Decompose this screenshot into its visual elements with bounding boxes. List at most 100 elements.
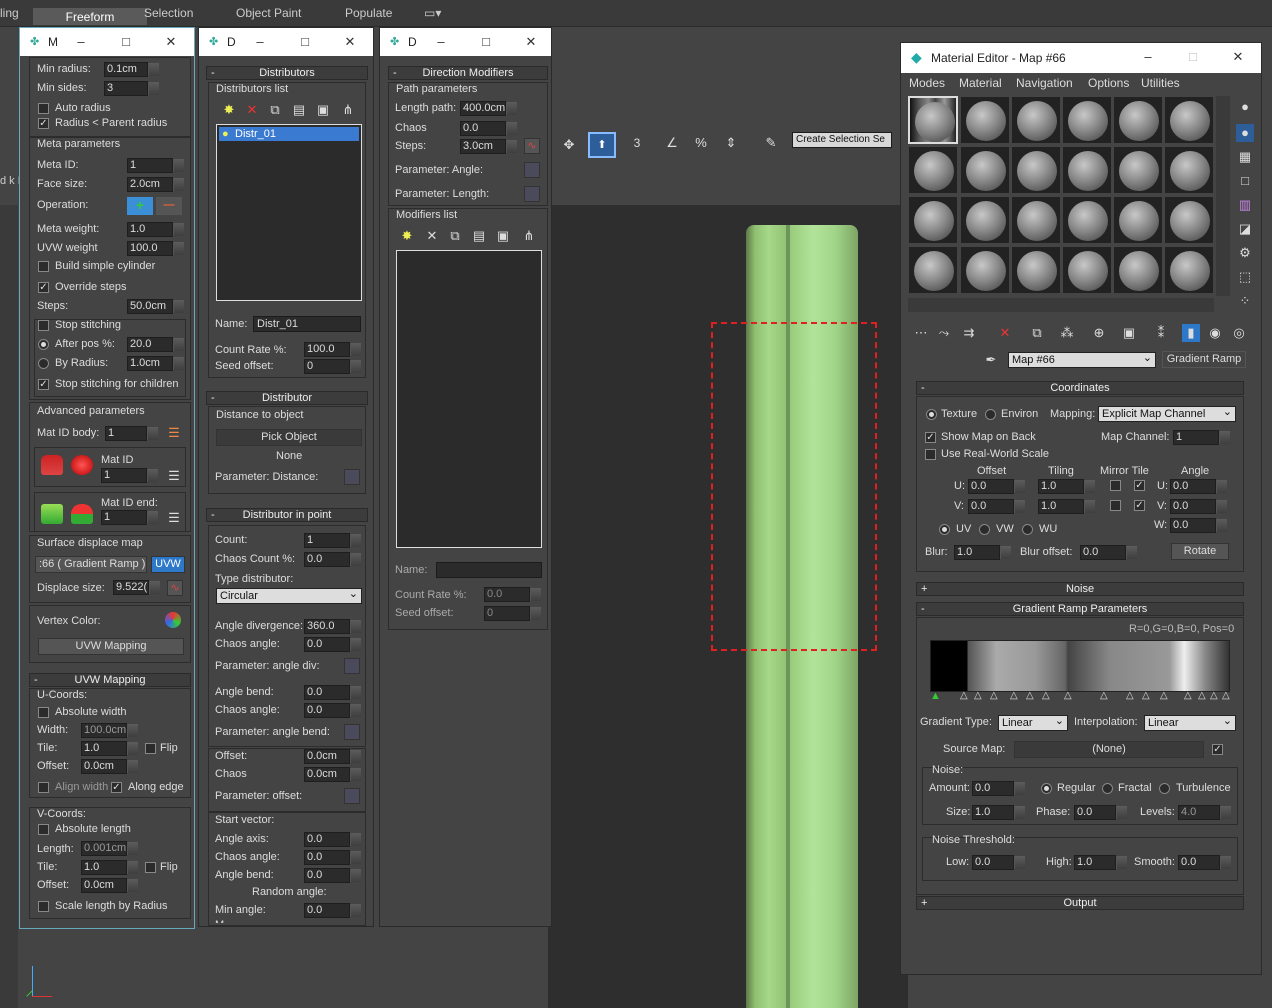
instance-icon[interactable]: ▣ <box>314 101 332 119</box>
direction-modifiers-rollout[interactable]: - Direction Modifiers <box>388 66 548 80</box>
min-radius-spinner[interactable]: 0.1cm <box>104 62 159 77</box>
count-spinner[interactable]: 1 <box>304 533 361 548</box>
blur-offset-spinner[interactable]: 0.0 <box>1080 545 1137 560</box>
gradient-type-dropdown[interactable]: Linear <box>998 714 1068 731</box>
face-size-spinner[interactable]: 2.0cm <box>127 177 184 192</box>
displace-map-button[interactable]: :66 ( Gradient Ramp ) <box>35 556 147 573</box>
assign-material-icon[interactable]: ⇉ <box>960 324 978 342</box>
copy-icon[interactable]: ⧉ <box>266 101 284 119</box>
distributors-rollout[interactable]: - Distributors <box>206 66 368 80</box>
map-type-button[interactable]: Gradient Ramp <box>1162 351 1246 368</box>
type-distributor-dropdown[interactable]: Circular <box>216 587 362 604</box>
modifier-seed-spinner[interactable]: 0 <box>484 606 541 621</box>
output-rollout[interactable]: + Output <box>916 896 1244 910</box>
minimize-icon[interactable]: – <box>70 32 92 52</box>
background-icon[interactable]: ▦ <box>1236 148 1254 166</box>
spinner-snap-icon[interactable]: ⇕ <box>722 134 740 152</box>
radius-parent-checkbox[interactable]: ✓ <box>38 118 49 129</box>
u-tiling-spinner[interactable]: 1.0 <box>1038 479 1095 494</box>
modifiers-list[interactable] <box>396 250 542 548</box>
reset-map-icon[interactable]: ✕ <box>996 324 1014 342</box>
mapping-dropdown[interactable]: Explicit Map Channel <box>1098 405 1236 422</box>
flag-icon[interactable]: △ <box>1026 690 1034 701</box>
uv-tiling-icon[interactable]: □ <box>1236 172 1254 190</box>
uvw-mapping-rollout[interactable]: - UVW Mapping <box>29 673 191 687</box>
flag-icon[interactable]: △ <box>1222 690 1230 701</box>
flip-v-checkbox[interactable] <box>145 862 156 873</box>
sample-slot[interactable] <box>1113 146 1163 194</box>
u-mirror-checkbox[interactable] <box>1110 480 1121 491</box>
flag-icon[interactable]: △ <box>1198 690 1206 701</box>
close-icon[interactable]: ✕ <box>339 32 361 52</box>
turbulence-radio[interactable] <box>1159 783 1170 794</box>
sample-slot[interactable] <box>1011 196 1061 244</box>
maximize-icon[interactable]: □ <box>475 32 497 52</box>
pick-object-button[interactable]: Pick Object <box>216 429 362 446</box>
angle-axis-spinner[interactable]: 0.0 <box>304 832 361 847</box>
length-spinner[interactable]: 0.001cm <box>81 841 138 856</box>
offset-graph-icon[interactable] <box>344 788 360 804</box>
slots-vscrollbar[interactable] <box>1216 96 1230 296</box>
snap-3d-icon[interactable]: 3 <box>628 134 646 152</box>
new-modifier-icon[interactable]: ✸ <box>398 227 416 245</box>
name-field[interactable]: Distr_01 <box>253 316 361 332</box>
operation-add-button[interactable]: + <box>127 197 153 215</box>
sample-slot[interactable] <box>1113 246 1163 294</box>
distributor-in-point-rollout[interactable]: - Distributor in point <box>206 508 368 522</box>
absolute-length-checkbox[interactable] <box>38 824 49 835</box>
gradient-flags[interactable]: ▲ △ △ △ △ △ △ △ △ △ △ △ △ △ △ △ <box>930 690 1230 702</box>
select-by-material-icon[interactable]: ⬚ <box>1236 268 1254 286</box>
offset-spinner[interactable]: 0.0cm <box>304 749 361 764</box>
sample-slot[interactable] <box>908 246 958 294</box>
uv-radio[interactable] <box>939 524 950 535</box>
sample-slot[interactable] <box>1164 96 1214 144</box>
move-icon[interactable]: ✥ <box>560 136 578 154</box>
distributor-rollout[interactable]: - Distributor <box>206 391 368 405</box>
angle-div-graph-icon[interactable] <box>344 658 360 674</box>
put-to-library-icon[interactable]: ⁂ <box>1058 324 1076 342</box>
path-chaos-spinner[interactable]: 0.0 <box>460 121 517 136</box>
length-path-spinner[interactable]: 400.0cm <box>460 101 517 116</box>
along-edge-checkbox[interactable]: ✓ <box>111 782 122 793</box>
make-preview-icon[interactable]: ◪ <box>1236 220 1254 238</box>
material-navigator-icon[interactable]: ◎ <box>1230 324 1248 342</box>
source-map-button[interactable]: (None) <box>1014 741 1204 758</box>
high-spinner[interactable]: 1.0 <box>1074 855 1127 870</box>
after-pos-spinner[interactable]: 20.0 <box>127 337 184 352</box>
tab-object-paint[interactable]: Object Paint <box>236 6 301 20</box>
sample-slot[interactable] <box>1164 146 1214 194</box>
tab-freeform[interactable]: Freeform <box>33 8 147 25</box>
maximize-icon[interactable]: □ <box>294 32 316 52</box>
meta-weight-spinner[interactable]: 1.0 <box>127 222 184 237</box>
noise-rollout[interactable]: + Noise <box>916 582 1244 596</box>
environ-radio[interactable] <box>985 409 996 420</box>
menu-utilities[interactable]: Utilities <box>1141 76 1180 90</box>
u-angle-spinner[interactable]: 0.0 <box>1170 479 1227 494</box>
paste-modifier-icon[interactable]: ▤ <box>470 227 488 245</box>
options-icon[interactable]: ⚙ <box>1236 244 1254 262</box>
chaos-angle-2-spinner[interactable]: 0.0 <box>304 703 361 718</box>
min-angle-spinner[interactable]: 0.0 <box>304 903 361 918</box>
texture-radio[interactable] <box>926 409 937 420</box>
sample-slot[interactable] <box>1164 196 1214 244</box>
flag-icon[interactable]: △ <box>1142 690 1150 701</box>
named-selection-set-field[interactable]: Create Selection Se <box>792 132 892 148</box>
flip-u-checkbox[interactable] <box>145 743 156 754</box>
show-shaded-icon[interactable]: ▣ <box>1120 324 1138 342</box>
mat-id-end-list-icon[interactable]: ☰ <box>165 509 183 527</box>
v-angle-spinner[interactable]: 0.0 <box>1170 499 1227 514</box>
smooth-spinner[interactable]: 0.0 <box>1178 855 1231 870</box>
levels-spinner[interactable]: 4.0 <box>1178 805 1231 820</box>
regular-radio[interactable] <box>1041 783 1052 794</box>
minimize-icon[interactable]: – <box>430 32 452 52</box>
get-material-icon[interactable]: ⋯ <box>912 324 930 342</box>
w-angle-spinner[interactable]: 0.0 <box>1170 518 1227 533</box>
percent-snap-icon[interactable]: % <box>692 134 710 152</box>
show-map-on-back-checkbox[interactable]: ✓ <box>925 432 936 443</box>
flag-icon[interactable]: △ <box>960 690 968 701</box>
sample-slot[interactable] <box>960 146 1010 194</box>
coordinates-rollout[interactable]: - Coordinates <box>916 381 1244 395</box>
modifier-count-rate-spinner[interactable]: 0.0 <box>484 587 541 602</box>
new-distributor-icon[interactable]: ✸ <box>220 101 238 119</box>
tab-populate[interactable]: Populate <box>345 6 392 20</box>
